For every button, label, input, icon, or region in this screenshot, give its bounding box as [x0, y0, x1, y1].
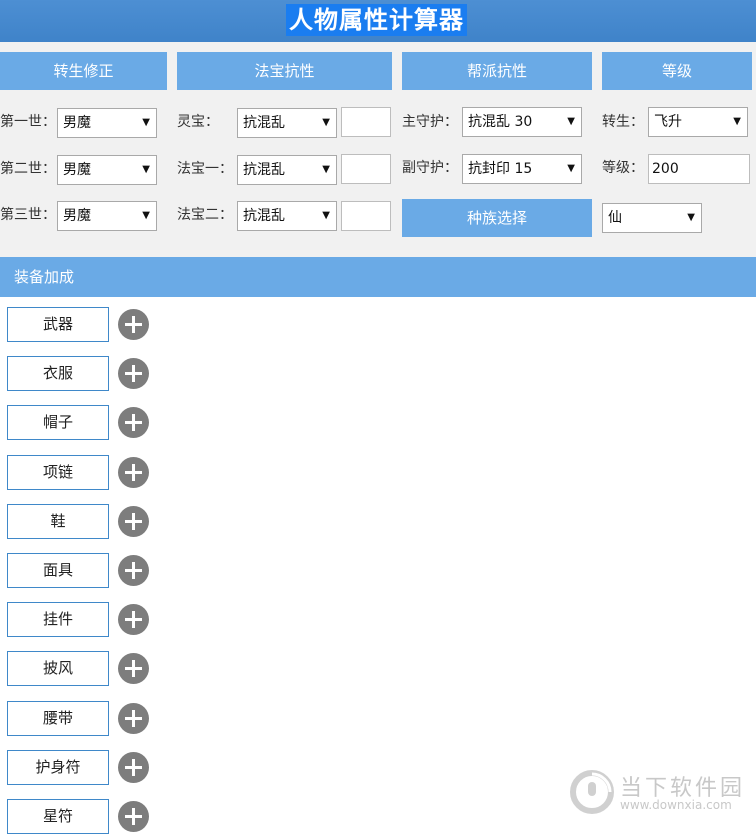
treasure-3-input[interactable] — [341, 201, 391, 231]
equipment-item-button[interactable]: 面具 — [7, 553, 109, 588]
treasure-2-input[interactable] — [341, 154, 391, 184]
treasure-1-select[interactable]: 抗混乱 ▼ — [237, 108, 337, 138]
add-icon[interactable] — [118, 505, 149, 537]
watermark: 当下软件园 www.downxia.com — [568, 768, 748, 818]
level-input[interactable]: 200 — [648, 154, 750, 184]
rebirth-1-select[interactable]: 男魔 ▼ — [57, 108, 157, 138]
rebirth-1-value: 男魔 — [63, 115, 91, 131]
add-icon[interactable] — [118, 604, 149, 636]
equipment-item-button[interactable]: 星符 — [7, 799, 109, 834]
chevron-down-icon: ▼ — [733, 116, 741, 127]
add-icon[interactable] — [118, 309, 149, 340]
chevron-down-icon: ▼ — [322, 117, 330, 128]
rebirth-stage-label: 转生： — [602, 114, 644, 130]
equipment-item-button[interactable]: 护身符 — [7, 749, 109, 785]
add-icon[interactable] — [118, 751, 149, 783]
treasure-2-select[interactable]: 抗混乱 ▼ — [237, 155, 337, 185]
chevron-down-icon: ▼ — [142, 210, 150, 221]
equipment-item-button[interactable]: 鞋 — [7, 503, 109, 539]
equipment-item-button[interactable]: 腰带 — [7, 700, 109, 736]
treasure-1-label: 灵宝： — [177, 114, 219, 130]
watermark-logo-icon — [570, 770, 614, 814]
equipment-item-button[interactable]: 武器 — [7, 307, 109, 342]
rebirth-2-label: 第二世： — [0, 161, 56, 177]
sub-guard-value: 抗封印 15 — [468, 161, 533, 177]
chevron-down-icon: ▼ — [142, 164, 150, 175]
equipment-item-button[interactable]: 挂件 — [7, 602, 109, 638]
rebirth-2-value: 男魔 — [63, 162, 91, 178]
main-guard-select[interactable]: 抗混乱 30 ▼ — [462, 107, 582, 137]
rebirth-3-label: 第三世： — [0, 207, 56, 223]
treasure-2-value: 抗混乱 — [243, 162, 285, 178]
rebirth-stage-select[interactable]: 飞升 ▼ — [648, 107, 748, 137]
add-icon[interactable] — [118, 555, 149, 586]
equipment-item-button[interactable]: 项链 — [7, 454, 109, 490]
race-select[interactable]: 仙 ▼ — [602, 203, 702, 233]
chevron-down-icon: ▼ — [142, 117, 150, 128]
rebirth-3-value: 男魔 — [63, 208, 91, 224]
add-icon[interactable] — [118, 702, 149, 734]
treasure-3-value: 抗混乱 — [243, 208, 285, 224]
header-treasure: 法宝抗性 — [177, 52, 392, 90]
chevron-down-icon: ▼ — [322, 210, 330, 221]
main-guard-label: 主守护： — [402, 114, 458, 130]
add-icon[interactable] — [118, 456, 149, 488]
sub-guard-label: 副守护： — [402, 160, 458, 176]
treasure-2-label: 法宝一： — [177, 161, 233, 177]
watermark-url: www.downxia.com — [620, 798, 732, 812]
equipment-item-button[interactable]: 披风 — [7, 651, 109, 687]
add-icon[interactable] — [118, 801, 149, 832]
add-icon[interactable] — [118, 358, 149, 390]
header-faction: 帮派抗性 — [402, 52, 592, 90]
rebirth-1-label: 第一世： — [0, 114, 56, 130]
main-guard-value: 抗混乱 30 — [468, 114, 533, 130]
treasure-3-label: 法宝二： — [177, 207, 233, 223]
race-value: 仙 — [608, 210, 622, 226]
sub-guard-select[interactable]: 抗封印 15 ▼ — [462, 154, 582, 184]
race-select-button[interactable]: 种族选择 — [402, 199, 592, 237]
level-label: 等级： — [602, 160, 644, 176]
rebirth-stage-value: 飞升 — [654, 114, 682, 130]
add-icon[interactable] — [118, 407, 149, 439]
chevron-down-icon: ▼ — [567, 163, 575, 174]
rebirth-2-select[interactable]: 男魔 ▼ — [57, 155, 157, 185]
treasure-3-select[interactable]: 抗混乱 ▼ — [237, 201, 337, 231]
add-icon[interactable] — [118, 653, 149, 685]
header-level: 等级 — [602, 52, 752, 90]
header-rebirth: 转生修正 — [0, 52, 167, 90]
page-title: 人物属性计算器 — [286, 4, 467, 36]
treasure-1-value: 抗混乱 — [243, 115, 285, 131]
equipment-section-header: 装备加成 — [0, 257, 756, 297]
chevron-down-icon: ▼ — [322, 164, 330, 175]
chevron-down-icon: ▼ — [687, 212, 695, 223]
chevron-down-icon: ▼ — [567, 116, 575, 127]
treasure-1-input[interactable] — [341, 107, 391, 137]
equipment-item-button[interactable]: 衣服 — [7, 356, 109, 392]
rebirth-3-select[interactable]: 男魔 ▼ — [57, 201, 157, 231]
equipment-item-button[interactable]: 帽子 — [7, 405, 109, 441]
